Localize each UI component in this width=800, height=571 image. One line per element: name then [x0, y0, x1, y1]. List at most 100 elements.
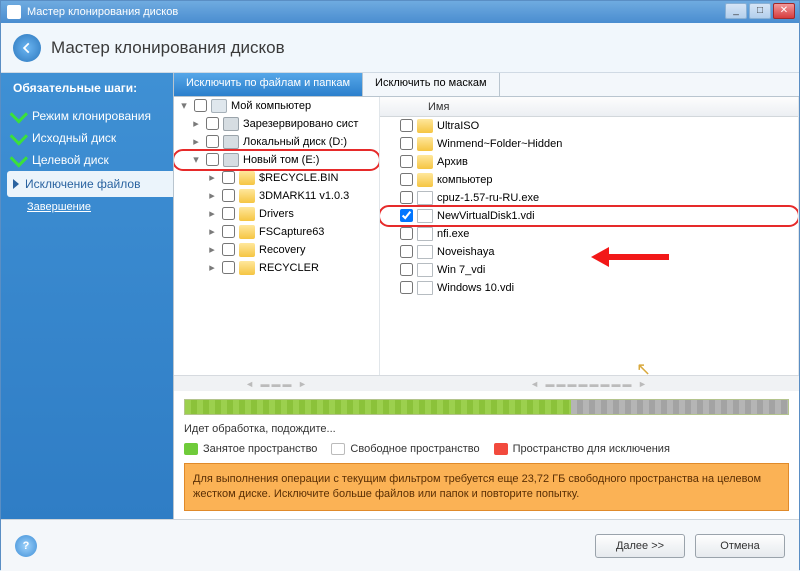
list-checkbox[interactable]	[400, 173, 413, 186]
list-item-label: nfi.exe	[437, 228, 469, 240]
list-item-label: Win 7_vdi	[437, 264, 485, 276]
tab-exclude-files[interactable]: Исключить по файлам и папкам	[174, 73, 363, 96]
tree-root-checkbox[interactable]	[194, 99, 207, 112]
tree-item-label: RECYCLER	[259, 262, 319, 274]
step-исключение-файлов[interactable]: Исключение файлов	[7, 171, 173, 197]
app-icon	[7, 5, 21, 19]
expand-icon[interactable]: ▸	[206, 225, 218, 238]
list-item[interactable]: cpuz-1.57-ru-RU.exe	[380, 189, 798, 207]
main-pane: Исключить по файлам и папкам Исключить п…	[173, 73, 799, 519]
tree-item[interactable]: ▸Recovery	[174, 241, 379, 259]
expand-icon[interactable]: ▸	[206, 189, 218, 202]
tree-checkbox[interactable]	[222, 261, 235, 274]
next-button[interactable]: Далее >>	[595, 534, 685, 558]
tree-checkbox[interactable]	[222, 171, 235, 184]
tree-item[interactable]: ▾Новый том (E:)	[174, 151, 379, 169]
warning-banner: Для выполнения операции с текущим фильтр…	[184, 463, 789, 511]
list-item-label: Winmend~Folder~Hidden	[437, 138, 562, 150]
tree-hscroll[interactable]: ◄ ▬▬▬ ►	[174, 375, 380, 391]
folder-tree[interactable]: ▾ Мой компьютер ▸Зарезервировано сист▸Ло…	[174, 97, 380, 375]
drive-icon	[223, 135, 239, 149]
page-header: Мастер клонирования дисков	[1, 23, 799, 73]
tree-item[interactable]: ▸ $RECYCLE.BIN	[174, 169, 379, 187]
tree-item-label: FSCapture63	[259, 226, 324, 238]
list-checkbox[interactable]	[400, 227, 413, 240]
tree-item-label: $RECYCLE.BIN	[259, 172, 338, 184]
swatch-used-icon	[184, 443, 198, 455]
back-button[interactable]	[13, 34, 41, 62]
cancel-button[interactable]: Отмена	[695, 534, 785, 558]
tree-item[interactable]: ▸ Локальный диск (D:)	[174, 133, 379, 151]
sidebar-heading: Обязательные шаги:	[13, 81, 173, 95]
minimize-button[interactable]: _	[725, 3, 747, 19]
titlebar[interactable]: Мастер клонирования дисков _ □ ✕	[1, 1, 799, 23]
list-item[interactable]: UltraISO	[380, 117, 798, 135]
swatch-free-icon	[331, 443, 345, 455]
list-item[interactable]: nfi.exe	[380, 225, 798, 243]
list-item-label: Архив	[437, 156, 468, 168]
step-завершение[interactable]: Завершение	[13, 197, 173, 217]
swatch-excl-icon	[494, 443, 508, 455]
expand-icon[interactable]: ▸	[206, 207, 218, 220]
tree-item[interactable]: ▸ RECYCLER	[174, 259, 379, 277]
tree-checkbox[interactable]	[222, 189, 235, 202]
tree-checkbox[interactable]	[206, 117, 219, 130]
list-checkbox[interactable]	[400, 281, 413, 294]
close-button[interactable]: ✕	[773, 3, 795, 19]
expand-icon[interactable]: ▸	[206, 243, 218, 256]
tree-checkbox[interactable]	[222, 243, 235, 256]
steps-sidebar: Обязательные шаги: Режим клонированияИсх…	[1, 73, 173, 519]
tree-root-label: Мой компьютер	[231, 100, 311, 112]
list-item[interactable]: Noveishaya	[380, 243, 798, 261]
expand-icon[interactable]: ▸	[190, 135, 202, 148]
drive-icon	[223, 153, 239, 167]
help-button[interactable]: ?	[15, 535, 37, 557]
list-checkbox[interactable]	[400, 209, 413, 222]
list-item[interactable]: Winmend~Folder~Hidden	[380, 135, 798, 153]
expand-icon[interactable]: ▸	[206, 171, 218, 184]
list-item-label: компьютер	[437, 174, 492, 186]
file-list[interactable]: Имя UltraISO Winmend~Folder~Hidden Архив ко…	[380, 97, 799, 375]
status-text: Идет обработка, подождите...	[184, 423, 789, 435]
tree-checkbox[interactable]	[222, 225, 235, 238]
column-header-name[interactable]: Имя	[380, 97, 798, 117]
legend-excl: Пространство для исключения	[513, 443, 670, 455]
list-checkbox[interactable]	[400, 119, 413, 132]
expand-icon[interactable]: ▾	[190, 153, 202, 166]
tree-checkbox[interactable]	[206, 135, 219, 148]
tree-item[interactable]: ▸ 3DMARK11 v1.0.3	[174, 187, 379, 205]
list-checkbox[interactable]	[400, 263, 413, 276]
list-checkbox[interactable]	[400, 191, 413, 204]
space-progress	[184, 399, 789, 415]
list-checkbox[interactable]	[400, 155, 413, 168]
expand-icon[interactable]: ▸	[190, 117, 202, 130]
folder-icon	[239, 225, 255, 239]
step-исходный-диск[interactable]: Исходный диск	[13, 127, 173, 149]
tree-item-label: 3DMARK11 v1.0.3	[259, 190, 349, 202]
tab-exclude-masks[interactable]: Исключить по маскам	[363, 73, 500, 96]
expand-icon[interactable]: ▸	[206, 261, 218, 274]
list-checkbox[interactable]	[400, 137, 413, 150]
tree-item[interactable]: ▸Зарезервировано сист	[174, 115, 379, 133]
list-checkbox[interactable]	[400, 245, 413, 258]
collapse-icon[interactable]: ▾	[178, 99, 190, 112]
folder-icon	[417, 155, 433, 169]
step-режим-клонирования[interactable]: Режим клонирования	[13, 105, 173, 127]
file-icon	[417, 281, 433, 295]
list-item[interactable]: компьютер	[380, 171, 798, 189]
list-item[interactable]: NewVirtualDisk1.vdi	[380, 207, 798, 225]
list-item[interactable]: Windows 10.vdi	[380, 279, 798, 297]
maximize-button[interactable]: □	[749, 3, 771, 19]
list-item[interactable]: Win 7_vdi	[380, 261, 798, 279]
step-целевой-диск[interactable]: Целевой диск	[13, 149, 173, 171]
tree-checkbox[interactable]	[206, 153, 219, 166]
list-hscroll[interactable]: ◄ ▬▬▬▬▬▬▬▬ ►	[380, 375, 799, 391]
tree-checkbox[interactable]	[222, 207, 235, 220]
wizard-footer: ? Далее >> Отмена	[1, 519, 799, 571]
tree-item[interactable]: ▸Drivers	[174, 205, 379, 223]
tree-item-label: Локальный диск (D:)	[243, 136, 347, 148]
folder-icon	[239, 261, 255, 275]
tree-item[interactable]: ▸ FSCapture63	[174, 223, 379, 241]
list-item[interactable]: Архив	[380, 153, 798, 171]
tree-root[interactable]: ▾ Мой компьютер	[174, 97, 379, 115]
